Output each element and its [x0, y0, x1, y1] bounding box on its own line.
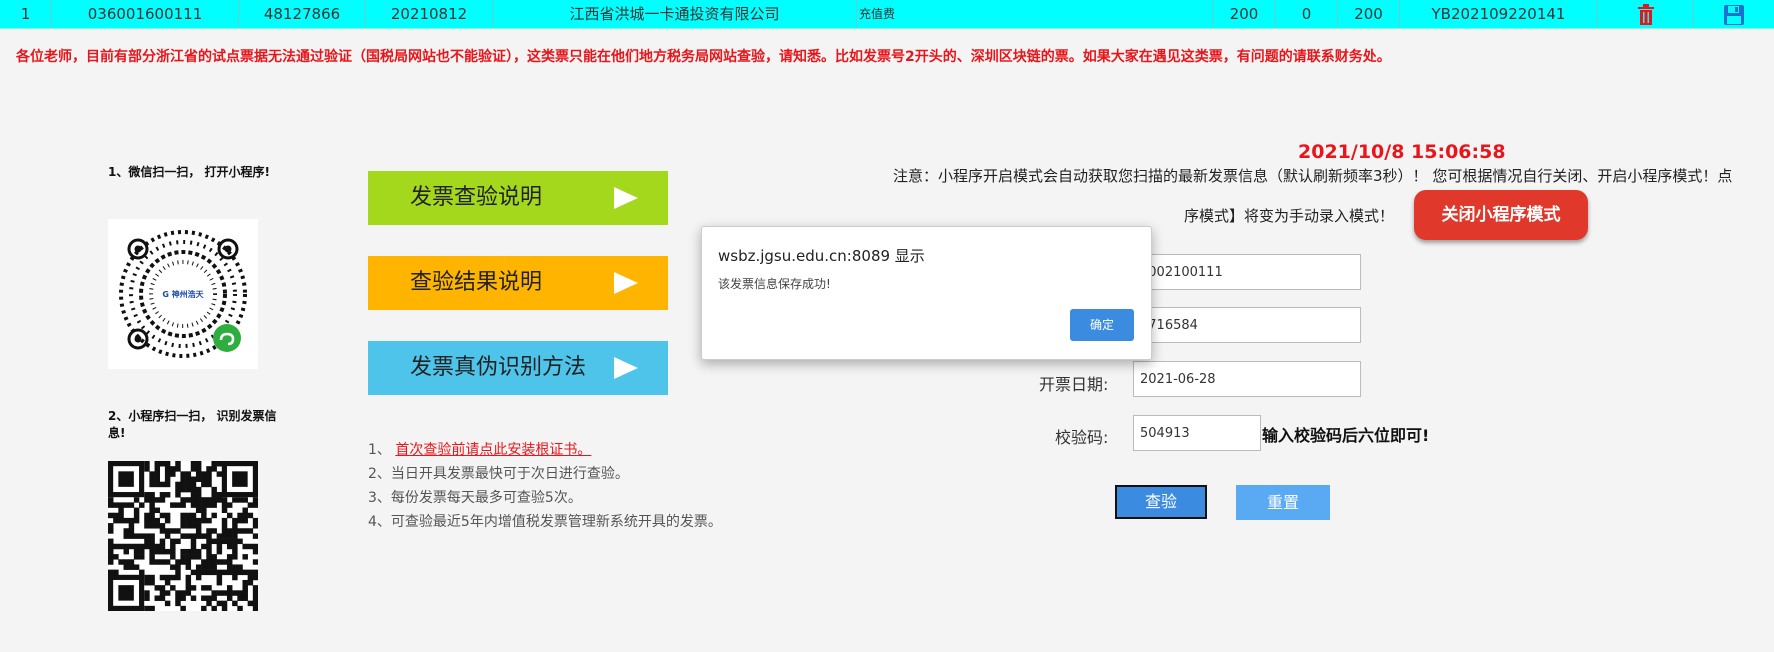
qr2-caption: 2、小程序扫一扫， 识别发票信息! [108, 409, 277, 440]
dialog-ok-button[interactable]: 确定 [1070, 309, 1134, 341]
svg-text:G 神州浩天: G 神州浩天 [162, 289, 204, 299]
invoice-tax: 0 [1276, 0, 1338, 28]
miniprogram-note-line2: 序模式】将变为手动录入模式！ [1184, 207, 1395, 225]
miniprogram-code-icon: G 神州浩天 [108, 219, 258, 369]
invoice-check-guide-button[interactable]: 发票查验说明 [368, 171, 668, 225]
result-guide-label: 查验结果说明 [410, 270, 543, 295]
invoice-row: 1 036001600111 48127866 20210812 江西省洪城一卡… [0, 0, 1774, 29]
play-arrow-icon [614, 272, 638, 294]
tip-4: 4、可查验最近5年内增值税发票管理新系统开具的发票。 [368, 514, 722, 530]
invoice-code: 036001600111 [52, 0, 239, 28]
invoice-date-field[interactable] [1133, 361, 1361, 397]
authenticity-method-label: 发票真伪识别方法 [410, 355, 587, 380]
invoice-qr-code [108, 461, 259, 612]
check-code-label: 校验码: [1055, 428, 1109, 447]
tips-list: 1、 首次查验前请点此安装根证书。 2、当日开具发票最快可于次日进行查验。 3、… [368, 438, 722, 534]
invoice-item: 充值费 [857, 0, 1213, 28]
qr-code-icon [108, 461, 259, 612]
current-datetime: 2021/10/8 15:06:58 [1298, 141, 1506, 163]
delete-cell [1598, 0, 1694, 28]
play-arrow-icon [614, 187, 638, 209]
dialog-message: 该发票信息保存成功! [718, 277, 831, 291]
query-button[interactable]: 查验 [1115, 485, 1207, 519]
check-code-field[interactable] [1133, 415, 1261, 451]
authenticity-method-button[interactable]: 发票真伪识别方法 [368, 341, 668, 395]
invoice-number: 48127866 [239, 0, 366, 28]
close-miniprogram-mode-button[interactable]: 关闭小程序模式 [1414, 190, 1588, 240]
invoice-date-label: 开票日期: [1039, 375, 1109, 394]
play-arrow-icon [614, 357, 638, 379]
invoice-check-guide-label: 发票查验说明 [410, 185, 543, 210]
tip-3: 3、每份发票每天最多可查验5次。 [368, 490, 582, 506]
invoice-code-field[interactable] [1133, 254, 1361, 290]
verification-notice: 各位老师，目前有部分浙江省的试点票据无法通过验证（国税局网站也不能验证），这类票… [16, 49, 1391, 65]
reset-button[interactable]: 重置 [1236, 485, 1330, 520]
tip-2: 2、当日开具发票最快可于次日进行查验。 [368, 466, 629, 482]
miniprogram-note-line1: 注意：小程序开启模式会自动获取您扫描的最新发票信息（默认刷新频率3秒）！ 您可根… [893, 167, 1733, 185]
trash-icon[interactable] [1637, 3, 1655, 26]
invoice-total: 200 [1338, 0, 1400, 28]
install-root-cert-link[interactable]: 首次查验前请点此安装根证书。 [395, 442, 591, 458]
invoice-seller: 江西省洪城一卡通投资有限公司 [493, 0, 857, 28]
tip-1: 1、 首次查验前请点此安装根证书。 [368, 438, 722, 462]
alert-dialog: wsbz.jgsu.edu.cn:8089 显示 该发票信息保存成功! 确定 [701, 226, 1152, 360]
tip-1-prefix: 1、 [368, 442, 391, 458]
result-guide-button[interactable]: 查验结果说明 [368, 256, 668, 310]
dialog-title: wsbz.jgsu.edu.cn:8089 显示 [718, 247, 925, 265]
invoice-index: 1 [0, 0, 52, 28]
check-code-hint: 输入校验码后六位即可! [1262, 426, 1430, 445]
miniprogram-qr-code: G 神州浩天 [108, 219, 258, 369]
invoice-ref: YB202109220141 [1400, 0, 1598, 28]
invoice-date: 20210812 [366, 0, 493, 28]
save-cell [1694, 0, 1774, 28]
invoice-number-field[interactable] [1133, 307, 1361, 343]
qr1-caption: 1、微信扫一扫， 打开小程序! [108, 165, 271, 179]
save-icon[interactable] [1723, 4, 1745, 26]
invoice-amount: 200 [1213, 0, 1276, 28]
